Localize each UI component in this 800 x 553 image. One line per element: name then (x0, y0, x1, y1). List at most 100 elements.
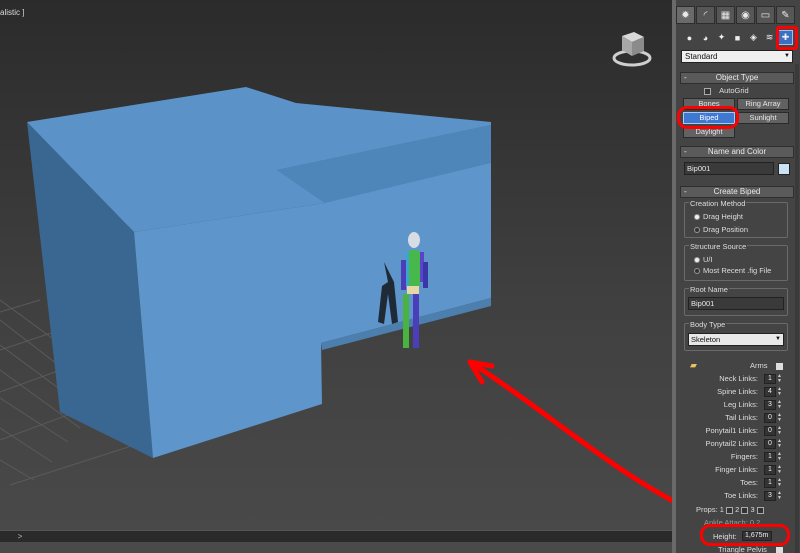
drag-position-radio[interactable]: Drag Position (694, 225, 748, 234)
object-type-rollout[interactable]: - Object Type (680, 72, 794, 84)
link-spinner-value[interactable]: 0 (764, 413, 776, 423)
timeline-next-icon[interactable]: > (14, 531, 26, 543)
link-spinner-value[interactable]: 1 (764, 465, 776, 475)
ui-radio[interactable]: U/I (694, 255, 713, 264)
drag-height-radio[interactable]: Drag Height (694, 212, 743, 221)
name-color-rollout[interactable]: - Name and Color (680, 146, 794, 158)
link-spinner-label: Toe Links: (724, 491, 758, 500)
radio-on-icon (694, 214, 700, 221)
lights-icon[interactable]: ✦ (714, 30, 729, 45)
link-spinner-row[interactable]: Finger Links: 1 ▲ ▼ (682, 465, 782, 477)
structure-source-label: Structure Source (689, 242, 748, 251)
autogrid-check-icon (704, 87, 711, 95)
link-spinner-row[interactable]: Toes: 1 ▲ ▼ (682, 478, 782, 490)
link-spinner-value[interactable]: 1 (764, 478, 776, 488)
link-spinner-row[interactable]: Toe Links: 3 ▲ ▼ (682, 491, 782, 503)
arms-label: Arms (750, 361, 768, 370)
utilities-tab-icon[interactable]: ✎ (776, 6, 795, 24)
viewcube-icon[interactable] (606, 26, 658, 72)
link-spinner-value[interactable]: 0 (764, 439, 776, 449)
systems-highlight (776, 26, 798, 50)
link-spinner-value[interactable]: 3 (764, 491, 776, 501)
props-row: Props: 1 2 3 (696, 505, 764, 514)
hierarchy-tab-icon[interactable]: ▦ (716, 6, 735, 24)
spinner-arrows-icon[interactable]: ▲ ▼ (777, 439, 782, 449)
spinner-arrows-icon[interactable]: ▲ ▼ (777, 491, 782, 501)
link-spinner-label: Ponytail2 Links: (705, 439, 758, 448)
timeline-strip[interactable]: > (0, 530, 672, 542)
motion-tab-icon[interactable]: ◉ (736, 6, 755, 24)
spinner-arrows-icon[interactable]: ▲ ▼ (777, 400, 782, 410)
viewport-label[interactable]: alistic ] (0, 8, 24, 17)
chevron-down-icon: ▼ (784, 53, 790, 59)
geometry-icon[interactable]: ● (682, 30, 697, 45)
body-type-value: Skeleton (691, 335, 721, 344)
ring-array-button[interactable]: Ring Array (737, 98, 789, 110)
command-panel-tabs: ✹ ◜ ▦ ◉ ▭ ✎ (676, 6, 795, 24)
spacewarps-icon[interactable]: ≋ (762, 30, 777, 45)
perspective-viewport[interactable]: alistic ] > (0, 0, 672, 553)
link-spinner-row[interactable]: Tail Links: 0 ▲ ▼ (682, 413, 782, 425)
helpers-icon[interactable]: ◈ (746, 30, 761, 45)
display-tab-icon[interactable]: ▭ (756, 6, 775, 24)
props-label: Props: (696, 505, 718, 514)
root-name-field[interactable]: Bip001 (688, 297, 784, 310)
biped-highlight (677, 106, 739, 129)
props-3-checkbox[interactable] (756, 506, 764, 514)
spinner-arrows-icon[interactable]: ▲ ▼ (777, 387, 782, 397)
autogrid-checkbox[interactable]: AutoGrid (704, 86, 749, 95)
spinner-arrows-icon[interactable]: ▲ ▼ (777, 413, 782, 423)
cameras-icon[interactable]: ■ (730, 30, 745, 45)
link-spinner-label: Toes: (740, 478, 758, 487)
arms-checkbox[interactable] (776, 361, 783, 370)
link-spinner-value[interactable]: 0 (764, 426, 776, 436)
check-icon (776, 362, 783, 370)
link-spinner-row[interactable]: Ponytail2 Links: 0 ▲ ▼ (682, 439, 782, 451)
shapes-icon[interactable]: ◕ (698, 30, 713, 45)
link-spinner-label: Tail Links: (725, 413, 758, 422)
link-spinner-row[interactable]: Neck Links: 1 ▲ ▼ (682, 374, 782, 386)
link-spinner-row[interactable]: Spine Links: 4 ▲ ▼ (682, 387, 782, 399)
link-spinner-label: Neck Links: (719, 374, 758, 383)
object-color-swatch[interactable] (778, 163, 790, 175)
fig-file-label: Most Recent .fig File (703, 266, 772, 275)
props-1-label: 1 (719, 505, 724, 514)
viewport-scene[interactable] (0, 0, 672, 553)
root-name-label: Root Name (689, 285, 729, 294)
spinner-arrows-icon[interactable]: ▲ ▼ (777, 426, 782, 436)
spinner-arrows-icon[interactable]: ▲ ▼ (777, 465, 782, 475)
props-1-checkbox[interactable] (726, 506, 734, 514)
triangle-pelvis-checkbox[interactable] (776, 545, 783, 553)
body-type-dropdown[interactable]: Skeleton ▼ (688, 333, 784, 346)
spinner-arrows-icon[interactable]: ▲ ▼ (777, 478, 782, 488)
panel-scrollbar[interactable] (795, 64, 799, 553)
ui-label: U/I (703, 255, 713, 264)
props-2-checkbox[interactable] (741, 506, 749, 514)
create-tab-icon[interactable]: ✹ (676, 6, 695, 24)
link-spinner-row[interactable]: Ponytail1 Links: 0 ▲ ▼ (682, 426, 782, 438)
link-spinner-label: Spine Links: (717, 387, 758, 396)
fig-file-radio[interactable]: Most Recent .fig File (694, 266, 771, 275)
link-spinner-value[interactable]: 1 (764, 374, 776, 384)
spinner-arrows-icon[interactable]: ▲ ▼ (777, 452, 782, 462)
sunlight-button[interactable]: Sunlight (737, 112, 789, 124)
spinner-arrows-icon[interactable]: ▲ ▼ (777, 374, 782, 384)
props-2-label: 2 (735, 505, 740, 514)
annotation-arrow (467, 359, 672, 504)
link-spinner-value[interactable]: 3 (764, 400, 776, 410)
create-biped-rollout[interactable]: - Create Biped (680, 186, 794, 198)
name-color-title: Name and Color (707, 147, 767, 156)
link-spinner-label: Finger Links: (715, 465, 758, 474)
link-spinner-value[interactable]: 4 (764, 387, 776, 397)
radio-off-icon (694, 227, 700, 234)
link-spinner-row[interactable]: Fingers: 1 ▲ ▼ (682, 452, 782, 464)
category-dropdown[interactable]: Standard ▼ (681, 50, 793, 63)
object-name-field[interactable]: Bip001 (684, 162, 774, 175)
link-spinner-value[interactable]: 1 (764, 452, 776, 462)
modify-tab-icon[interactable]: ◜ (696, 6, 715, 24)
drag-height-label: Drag Height (703, 212, 744, 221)
create-biped-title: Create Biped (713, 187, 761, 196)
link-spinner-row[interactable]: Leg Links: 3 ▲ ▼ (682, 400, 782, 412)
load-file-icon[interactable]: ▰ (690, 360, 697, 371)
check-icon (776, 546, 783, 553)
